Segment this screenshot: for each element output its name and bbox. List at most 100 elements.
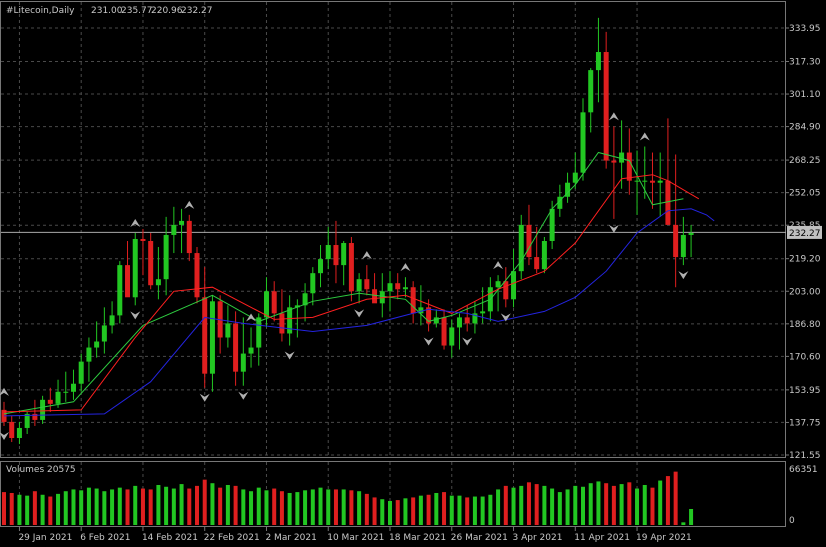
volume-bar [40,494,45,525]
candle-body [611,160,617,163]
time-tick-label: 22 Feb 2021 [204,533,260,543]
candle-body [171,224,177,235]
candle-body [673,224,679,258]
candle-body [595,52,601,71]
volume-bar [465,497,470,525]
volume-bar [210,483,215,525]
volume-bar [395,500,400,525]
volume-bar [388,500,392,525]
time-tick-label: 10 Mar 2021 [327,533,384,543]
price-tick-label: 153.95 [789,386,821,396]
volume-bar [125,489,130,525]
volume-bar [557,492,562,525]
candle-body [16,427,22,439]
candle-body [9,421,15,439]
price-tick-label: 203.00 [789,287,821,297]
volume-bar [488,494,493,525]
volume-bar [581,486,585,525]
volume-bar [25,495,30,525]
candle-body [441,317,447,346]
volume-bar [426,494,431,525]
price-tick-label: 137.75 [789,418,821,428]
price-tick-label: 301.10 [789,90,821,100]
candle-body [387,283,393,292]
volume-bar [635,488,640,525]
volume-bar [2,492,6,525]
candle-body [248,347,254,354]
candle-body [70,383,76,392]
candle-body [202,297,208,374]
price-chart[interactable]: 333.95 317.30 301.10 284.90 268.25 252.05 235.… [0,0,826,547]
candle-body [310,273,316,294]
candle-body [518,224,524,272]
price-tick-label: 284.90 [789,123,821,133]
volume-bar [434,492,439,525]
volume-bar [526,482,531,525]
ohlc-close: 232.27 [181,6,213,16]
candle-body [364,279,370,290]
volume-bar [689,508,694,525]
volume-tick-label: 66351 [789,465,818,475]
price-tick-label: 121.55 [789,451,821,461]
time-tick-label: 26 Mar 2021 [451,533,508,543]
volume-bar [364,493,369,525]
candle-body [148,240,154,286]
volume-bar [665,476,670,525]
volume-bar [287,492,292,525]
candle-body [657,180,663,183]
volume-label: Volumes 20575 [6,465,76,475]
ohlc-high: 235.77 [121,6,153,16]
volume-bar [511,487,516,525]
volume-bar [86,487,91,525]
ohlc-low: 220.96 [151,6,183,16]
candle-body [626,152,632,181]
volume-bar [249,491,254,525]
candle-body [665,180,671,225]
candle-body [318,259,324,274]
candle-body [209,301,215,374]
price-tick-label: 333.95 [789,24,821,34]
candle-body [86,347,92,362]
candle-body [240,353,246,372]
volume-bar [681,522,686,525]
volume-bar [195,485,199,525]
volume-bar [588,483,593,525]
volume-bar [457,495,462,525]
volume-bar [79,490,84,525]
candle-body [55,391,61,404]
candle-body [325,245,331,260]
chart-background [0,0,826,547]
candle-body [688,232,694,235]
candle-body [526,224,532,258]
volume-bar [295,492,300,525]
volume-bar [156,484,161,525]
volume-bar [496,489,501,525]
candle-body [179,220,185,225]
volume-bar [619,484,624,525]
volume-bar [202,479,207,525]
volume-bar [9,492,14,525]
candle-body [194,253,200,298]
volume-bar [326,489,331,525]
candle-body [549,208,555,241]
candle-body [78,361,84,384]
time-tick-label: 18 Mar 2021 [389,533,446,543]
candle-body [356,279,362,292]
volume-bar [110,489,115,525]
volume-bar [449,495,454,525]
time-tick-label: 14 Feb 2021 [142,533,198,543]
time-tick-label: 29 Jan 2021 [18,533,72,543]
volume-bar [418,495,423,525]
volume-bar [17,494,22,525]
volume-bar [94,488,99,525]
volume-bar [604,483,609,525]
time-tick-label: 3 Apr 2021 [513,533,563,543]
time-tick-label: 2 Mar 2021 [265,533,316,543]
candle-body [271,291,277,314]
candle-body [279,313,285,334]
volume-bar [56,493,61,525]
volume-bar [171,488,176,525]
volume-bar [442,492,447,525]
candle-body [402,287,408,290]
price-tick-label: 170.60 [789,352,821,362]
